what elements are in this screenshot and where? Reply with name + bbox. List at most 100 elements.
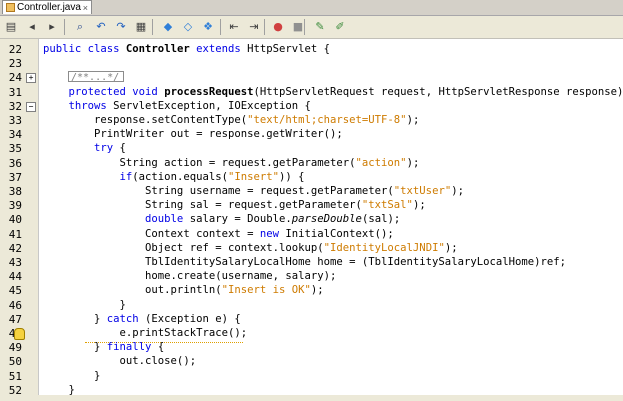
prev-bookmark-icon[interactable]: ◆ xyxy=(160,19,176,35)
code-line[interactable]: out.close(); xyxy=(43,355,197,368)
code-token: String action = request.getParameter( xyxy=(43,156,356,169)
collapse-fold-icon[interactable]: − xyxy=(26,101,36,112)
code-area[interactable]: /**...*/ public class Controller extends… xyxy=(43,39,623,401)
keyword-token: throws xyxy=(43,99,107,112)
shift-left-icon[interactable]: ⇤ xyxy=(226,19,242,35)
keyword-token: new xyxy=(259,227,279,240)
code-line[interactable]: response.setContentType("text/html;chars… xyxy=(43,114,419,127)
code-line[interactable]: public class Controller extends HttpServ… xyxy=(43,43,330,56)
toolbar-separator xyxy=(220,19,221,35)
expand-fold-icon[interactable]: + xyxy=(26,73,36,84)
find-next-icon[interactable]: ↷ xyxy=(113,19,129,35)
toolbar-separator xyxy=(264,19,265,35)
code-token: ); xyxy=(406,114,420,126)
code-line[interactable]: double salary = Double.parseDouble(sal); xyxy=(43,213,400,226)
code-token: } xyxy=(43,383,75,396)
line-number: 47 xyxy=(8,312,22,326)
code-token: (HttpServletRequest request, HttpServlet… xyxy=(253,85,623,98)
java-file-icon xyxy=(6,3,15,12)
line-number-gutter: 22 23 24 31 32 33 34 35 36 37 38 39 40 41 42 43 44 45 46 47… xyxy=(0,39,39,401)
comment-icon[interactable]: ✎ xyxy=(312,19,328,35)
code-line[interactable]: String username = request.getParameter("… xyxy=(43,185,464,198)
code-token: ); xyxy=(451,185,464,197)
forward-icon[interactable]: ▸ xyxy=(44,19,60,35)
code-token: ServletException, IOException { xyxy=(106,99,311,112)
code-token: } xyxy=(43,312,107,325)
line-number: 51 xyxy=(8,369,22,383)
code-token: home.create(username, salary); xyxy=(43,270,337,283)
code-line[interactable]: throws ServletException, IOException { xyxy=(43,100,311,113)
keyword-token: catch xyxy=(106,312,139,325)
code-line[interactable]: PrintWriter out = response.getWriter(); xyxy=(43,128,343,141)
editor-window: Controller.java × ▤ ◂ ▸ ⌕ ↶ ↷ ▦ ◆ ◇ ❖ ⇤ ⇥ ● ■ ✎ ✐ 22 23 2… xyxy=(0,0,623,401)
string-token: "Insert is OK" xyxy=(221,284,311,297)
code-token: Object ref = context.lookup( xyxy=(43,241,324,254)
keyword-token: extends xyxy=(196,43,241,55)
code-token: Controller xyxy=(125,43,190,55)
code-line[interactable]: TblIdentitySalaryLocalHome home = (TblId… xyxy=(43,256,566,269)
code-line[interactable]: protected void processRequest(HttpServle… xyxy=(43,86,623,99)
record-macro-icon[interactable]: ● xyxy=(270,19,286,35)
toolbar-separator xyxy=(64,19,65,35)
code-token: } xyxy=(43,341,107,354)
toggle-bookmark-icon[interactable]: ❖ xyxy=(200,19,216,35)
code-token: PrintWriter out = response.getWriter(); xyxy=(43,128,343,141)
tab-controller-java[interactable]: Controller.java × xyxy=(2,0,92,14)
search-icon[interactable]: ⌕ xyxy=(72,19,88,35)
collapsed-javadoc[interactable]: /**...*/ xyxy=(68,71,124,83)
code-token: processRequest xyxy=(164,85,254,98)
code-line[interactable]: } catch (Exception e) { xyxy=(43,313,241,326)
code-line[interactable]: e.printStackTrace(); xyxy=(43,327,248,340)
code-line[interactable]: } xyxy=(43,370,100,383)
keyword-token: if xyxy=(43,170,133,183)
line-number: 40 xyxy=(8,213,22,227)
toggle-highlight-icon[interactable]: ▦ xyxy=(133,19,149,35)
keyword-token: double xyxy=(43,213,184,226)
code-line[interactable]: } finally { xyxy=(43,341,164,354)
code-token: HttpServlet { xyxy=(240,43,331,55)
string-token: "IdentityLocalJNDI" xyxy=(323,241,445,254)
shift-right-icon[interactable]: ⇥ xyxy=(246,19,262,35)
code-token: (sal); xyxy=(361,213,401,226)
uncomment-icon[interactable]: ✐ xyxy=(332,19,348,35)
line-number: 22 xyxy=(8,43,22,56)
keyword-token: public class xyxy=(43,43,126,55)
toolbar-separator xyxy=(304,19,305,35)
line-number: 31 xyxy=(8,85,22,99)
close-tab-icon[interactable]: × xyxy=(83,1,88,15)
code-token: TblIdentitySalaryLocalHome home = (TblId… xyxy=(43,256,566,268)
next-bookmark-icon[interactable]: ◇ xyxy=(180,19,196,35)
line-number: 23 xyxy=(8,57,22,71)
line-number: 46 xyxy=(8,298,22,312)
back-icon[interactable]: ◂ xyxy=(24,19,40,35)
history-icon[interactable]: ▤ xyxy=(3,19,19,35)
code-token: (action.equals( xyxy=(132,170,228,183)
code-token: String sal = request.getParameter( xyxy=(43,199,362,212)
code-line[interactable]: if(action.equals("Insert")) { xyxy=(43,171,305,184)
string-token: "txtSal" xyxy=(361,199,413,212)
code-line[interactable]: try { xyxy=(43,142,126,155)
line-number: 33 xyxy=(8,114,22,127)
find-previous-icon[interactable]: ↶ xyxy=(93,19,109,35)
horizontal-scrollbar[interactable] xyxy=(0,395,623,401)
code-token: String username = request.getParameter( xyxy=(43,185,394,197)
code-token: Context context = xyxy=(43,227,260,240)
code-token: { xyxy=(151,341,165,354)
code-line[interactable]: out.println("Insert is OK"); xyxy=(43,284,324,297)
toolbar-separator xyxy=(152,19,153,35)
code-token: )) { xyxy=(279,170,305,183)
string-token: "txtUser" xyxy=(393,185,452,197)
code-token: } xyxy=(43,298,126,311)
code-line[interactable]: } xyxy=(43,299,126,312)
code-line[interactable]: String action = request.getParameter("ac… xyxy=(43,156,420,170)
tab-title: Controller.java xyxy=(17,2,81,13)
code-line[interactable]: Object ref = context.lookup("IdentityLoc… xyxy=(43,242,458,255)
lightbulb-hint-icon[interactable] xyxy=(14,328,25,340)
code-token: ); xyxy=(412,199,426,212)
code-line[interactable]: Context context = new InitialContext(); xyxy=(43,228,394,241)
line-number: 43 xyxy=(8,256,22,269)
code-token: (Exception e) { xyxy=(138,312,241,325)
code-line[interactable]: home.create(username, salary); xyxy=(43,270,336,283)
code-line[interactable]: String sal = request.getParameter("txtSa… xyxy=(43,199,426,212)
line-number: 50 xyxy=(8,355,22,369)
